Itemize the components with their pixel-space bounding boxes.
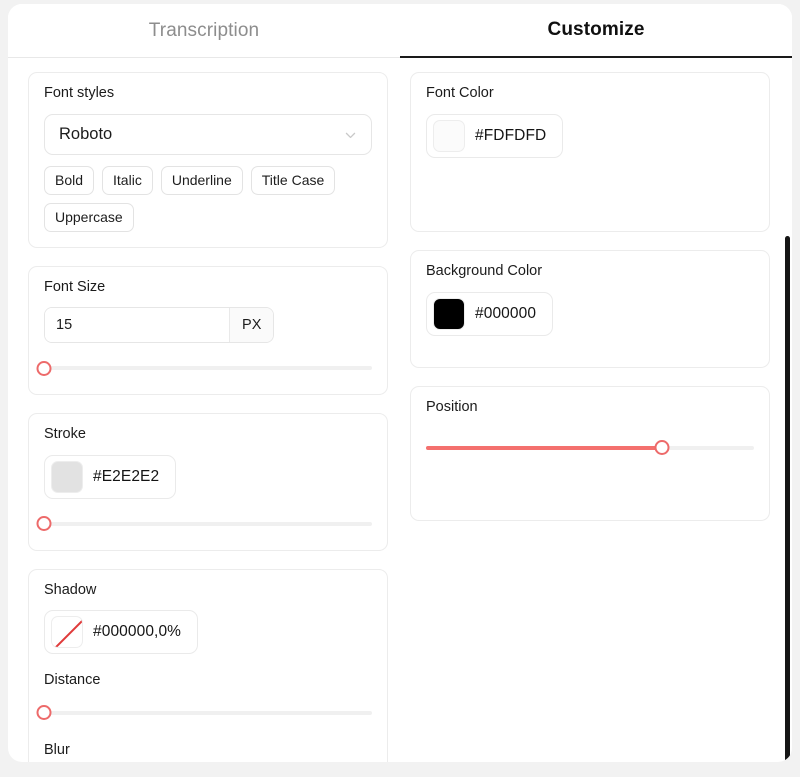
right-column: Font Color #FDFDFD Background Color #000… [400, 68, 792, 762]
shadow-color-swatch[interactable] [51, 616, 83, 648]
font-family-value: Roboto [59, 124, 113, 143]
background-color-field[interactable]: #000000 [426, 291, 554, 336]
position-title: Position [426, 399, 478, 415]
customize-panel-window: Transcription Customize Font styles Robo… [8, 4, 792, 762]
position-card: Position [410, 386, 770, 521]
tab-transcription-label: Transcription [148, 19, 260, 41]
position-slider-thumb[interactable] [654, 440, 670, 455]
tab-transcription[interactable]: Transcription [8, 4, 400, 58]
font-size-card: Font Size PX [28, 265, 388, 395]
position-slider[interactable] [426, 437, 754, 459]
font-size-slider-thumb[interactable] [36, 360, 52, 376]
font-size-input-group: PX [44, 307, 274, 343]
left-column: Font styles Roboto Bold Italic Underline… [8, 68, 400, 762]
style-button-italic[interactable]: Italic [102, 165, 153, 195]
font-size-slider-track [44, 366, 372, 370]
shadow-color-field[interactable]: #000000,0% [44, 610, 199, 654]
font-size-title: Font Size [44, 278, 106, 295]
font-size-slider[interactable] [36, 357, 372, 379]
stroke-width-slider[interactable] [36, 513, 372, 535]
tab-customize[interactable]: Customize [400, 4, 792, 58]
stroke-color-swatch[interactable] [51, 460, 83, 493]
vertical-scrollbar[interactable] [782, 58, 790, 762]
chevron-down-icon [344, 128, 357, 141]
font-color-card: Font Color #FDFDFD [410, 72, 770, 232]
style-button-underline[interactable]: Underline [160, 165, 243, 195]
shadow-color-hex: #000000,0% [93, 623, 182, 640]
style-button-bold[interactable]: Bold [44, 165, 95, 195]
tab-bar: Transcription Customize [8, 4, 792, 58]
font-styles-card: Font styles Roboto Bold Italic Underline… [28, 72, 388, 248]
shadow-distance-label: Distance [44, 672, 101, 688]
position-slider-fill [426, 445, 663, 450]
stroke-card: Stroke #E2E2E2 [28, 413, 388, 551]
background-color-hex: #000000 [475, 304, 537, 322]
font-color-swatch[interactable] [433, 119, 465, 152]
font-family-select[interactable]: Roboto [44, 113, 372, 155]
stroke-color-hex: #E2E2E2 [93, 467, 160, 485]
background-color-card: Background Color #000000 [410, 250, 770, 368]
font-style-buttons: Bold Italic Underline Title Case Upperca… [44, 165, 372, 232]
stroke-slider-thumb[interactable] [36, 516, 52, 531]
stroke-color-field[interactable]: #E2E2E2 [44, 454, 177, 499]
font-size-unit[interactable]: PX [229, 308, 273, 342]
background-color-swatch[interactable] [433, 297, 465, 330]
panel-body: Font styles Roboto Bold Italic Underline… [8, 58, 792, 762]
shadow-title: Shadow [44, 581, 97, 598]
font-color-field[interactable]: #FDFDFD [426, 113, 564, 158]
stroke-slider-track [44, 521, 372, 526]
shadow-distance-slider[interactable] [36, 702, 372, 724]
shadow-card: Shadow #000000,0% Distance Blur [28, 568, 388, 762]
shadow-distance-thumb[interactable] [36, 705, 52, 720]
style-button-title-case[interactable]: Title Case [250, 165, 336, 195]
shadow-blur-label: Blur [44, 741, 70, 758]
style-button-uppercase[interactable]: Uppercase [44, 202, 134, 232]
shadow-distance-track [44, 710, 372, 715]
tab-customize-label: Customize [547, 19, 645, 40]
background-color-title: Background Color [426, 263, 543, 279]
font-styles-title: Font styles [44, 85, 115, 101]
stroke-title: Stroke [44, 426, 86, 442]
font-color-hex: #FDFDFD [475, 126, 547, 144]
scrollbar-thumb[interactable] [785, 236, 790, 762]
font-size-input[interactable] [45, 308, 230, 342]
font-color-title: Font Color [426, 85, 494, 101]
